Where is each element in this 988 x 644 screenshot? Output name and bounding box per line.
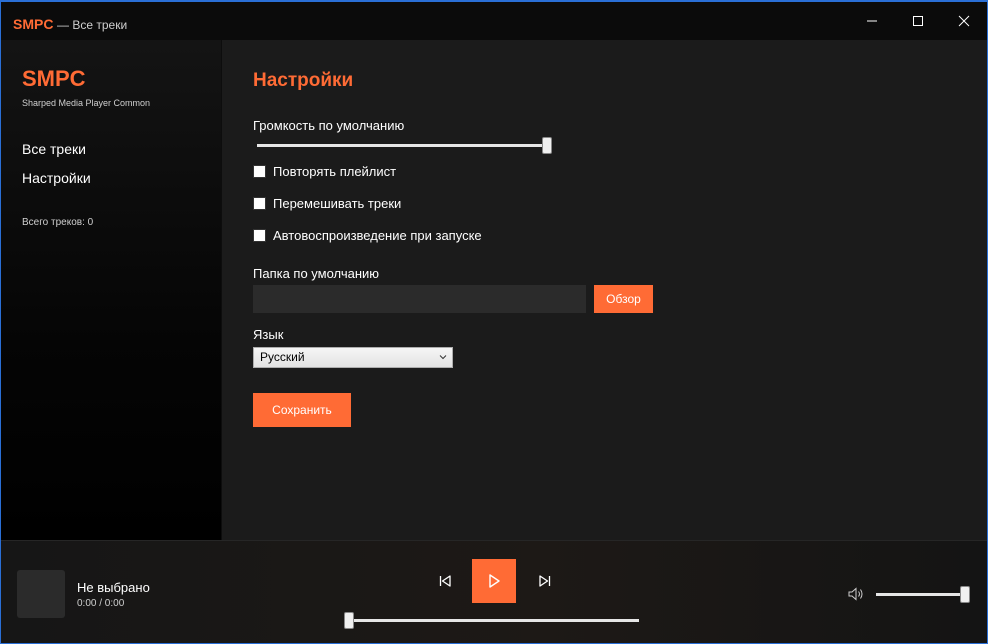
autoplay-checkbox[interactable] (253, 229, 266, 242)
seek-slider-track[interactable] (349, 619, 639, 622)
page-title: Настройки (253, 70, 354, 91)
app-window: SMPC — Все треки SMPC Sharped Media Play… (0, 0, 988, 644)
minimize-button[interactable] (849, 2, 895, 40)
player-volume-slider-thumb[interactable] (960, 586, 970, 603)
sidebar: SMPC Sharped Media Player Common Все тре… (1, 40, 221, 540)
window-subtitle: — Все треки (57, 18, 128, 32)
sidebar-item-settings[interactable]: Настройки (22, 170, 91, 186)
chevron-down-icon (439, 355, 447, 360)
repeat-playlist-checkbox[interactable] (253, 165, 266, 178)
player-bar: Не выбрано 0:00 / 0:00 (1, 540, 987, 643)
repeat-playlist-label: Повторять плейлист (273, 164, 397, 179)
shuffle-tracks-label: Перемешивать треки (273, 196, 402, 211)
track-count: Всего треков: 0 (22, 217, 94, 228)
shuffle-tracks-checkbox[interactable] (253, 197, 266, 210)
speaker-icon[interactable] (847, 586, 865, 602)
close-icon (958, 15, 970, 27)
player-volume-slider-track[interactable] (876, 593, 970, 596)
autoplay-label: Автовоспроизведение при запуске (273, 228, 482, 243)
seek-slider-thumb[interactable] (344, 612, 354, 629)
language-selected-value: Русский (260, 350, 305, 364)
autoplay-row[interactable]: Автовоспроизведение при запуске (253, 228, 482, 243)
settings-panel: Настройки Громкость по умолчанию Повторя… (222, 40, 987, 540)
album-cover (17, 570, 65, 618)
repeat-playlist-row[interactable]: Повторять плейлист (253, 164, 396, 179)
language-label: Язык (253, 327, 284, 342)
default-folder-input[interactable] (253, 285, 586, 313)
save-button[interactable]: Сохранить (253, 393, 351, 427)
default-folder-label: Папка по умолчанию (253, 266, 380, 281)
browse-button[interactable]: Обзор (594, 285, 653, 313)
previous-button[interactable] (431, 569, 459, 593)
sidebar-tagline: Sharped Media Player Common (22, 98, 151, 108)
skip-previous-icon (439, 575, 451, 587)
now-playing-title: Не выбрано (77, 580, 150, 595)
close-button[interactable] (941, 2, 987, 40)
language-select[interactable]: Русский (253, 347, 453, 368)
default-volume-slider-thumb[interactable] (542, 137, 552, 154)
maximize-button[interactable] (895, 2, 941, 40)
next-button[interactable] (531, 569, 559, 593)
minimize-icon (867, 20, 877, 22)
title-bar[interactable]: SMPC — Все треки (1, 2, 987, 40)
skip-next-icon (539, 575, 551, 587)
default-volume-label: Громкость по умолчанию (253, 118, 405, 133)
maximize-icon (913, 16, 923, 26)
window-app-name: SMPC (13, 16, 54, 32)
shuffle-tracks-row[interactable]: Перемешивать треки (253, 196, 401, 211)
sidebar-item-all-tracks[interactable]: Все треки (22, 141, 86, 157)
play-icon (489, 574, 500, 588)
default-volume-slider-track[interactable] (257, 144, 547, 147)
sidebar-logo: SMPC (22, 66, 86, 91)
play-button[interactable] (472, 559, 516, 603)
now-playing-time: 0:00 / 0:00 (77, 598, 125, 609)
